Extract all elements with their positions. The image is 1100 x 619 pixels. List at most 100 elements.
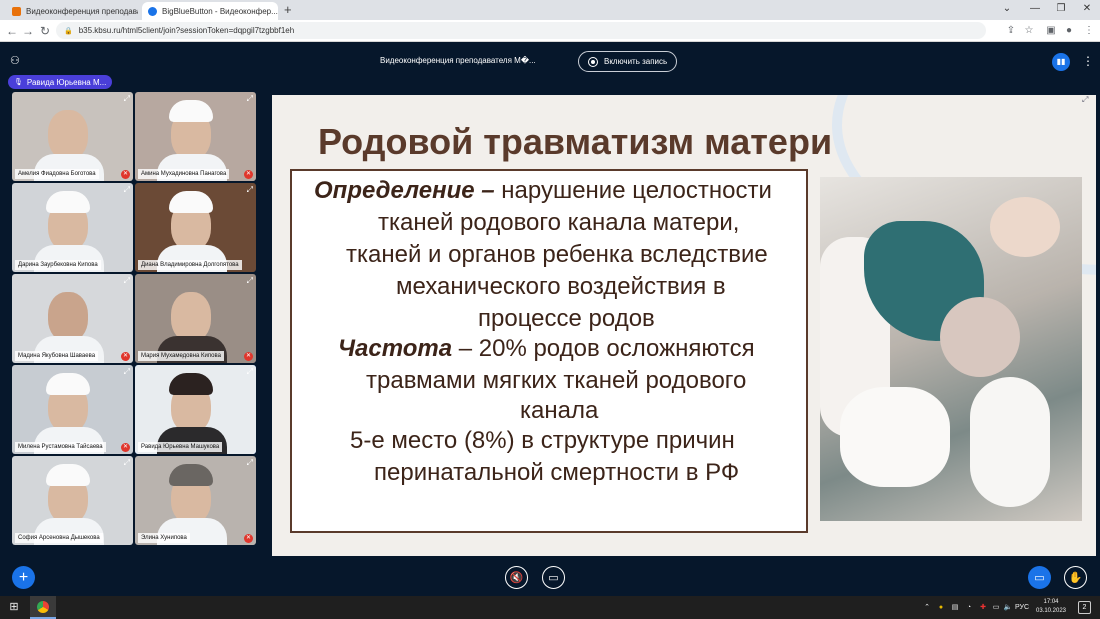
record-label: Включить запись bbox=[604, 57, 668, 66]
tray-app-icon[interactable]: ✚ bbox=[976, 596, 990, 619]
frequency-term: Частота bbox=[338, 335, 453, 362]
network-icon[interactable]: ▤ bbox=[948, 596, 962, 619]
video-tile-speaking[interactable]: ⤢ Равида Юрьевна Машукова bbox=[135, 365, 256, 454]
presentation-slide: Родовой травматизм матери Определение – … bbox=[272, 95, 1096, 556]
video-tile[interactable]: ⤢ Мадина Якубовна Шаваева ✕ bbox=[12, 274, 133, 363]
participant-cap bbox=[46, 464, 90, 486]
tray-arrow-icon[interactable]: ⌃ bbox=[920, 596, 934, 619]
address-bar[interactable]: 🔒 b35.kbsu.ru/html5client/join?sessionTo… bbox=[56, 22, 986, 39]
video-tile[interactable]: ⤢ Амина Мухадиновна Панагова ✕ bbox=[135, 92, 256, 181]
back-icon[interactable]: ← bbox=[4, 23, 20, 39]
frequency-text: – 20% родов осложняются bbox=[458, 335, 755, 362]
muted-mic-icon: ✕ bbox=[244, 170, 253, 179]
forward-icon[interactable]: → bbox=[20, 23, 36, 39]
fullscreen-icon[interactable]: ⤢ bbox=[247, 458, 253, 467]
clock[interactable]: 17:04 03.10.2023 bbox=[1034, 598, 1068, 616]
notifications-icon[interactable]: 2 bbox=[1078, 601, 1091, 614]
talking-indicator[interactable]: 🎙 Равида Юрьевна М... bbox=[8, 75, 113, 89]
fullscreen-icon[interactable]: ⤢ bbox=[124, 367, 130, 376]
definition-line: Определение – нарушение целостности bbox=[314, 177, 772, 205]
talking-user-name: Равида Юрьевна М... bbox=[26, 77, 107, 87]
presentation-toggle-icon[interactable]: ▭ bbox=[1028, 566, 1051, 589]
tab-search-icon[interactable]: ⌄ bbox=[996, 2, 1018, 16]
fullscreen-icon[interactable]: ⤢ bbox=[124, 276, 130, 285]
taskbar-item-chrome[interactable] bbox=[30, 596, 56, 619]
rank-line: перинатальной смертности в РФ bbox=[374, 459, 740, 486]
reload-icon[interactable]: ↻ bbox=[37, 23, 53, 39]
close-window-button[interactable]: ✕ bbox=[1076, 2, 1098, 16]
photo-shape bbox=[840, 387, 950, 487]
participant-face bbox=[48, 110, 88, 160]
muted-mic-icon: ✕ bbox=[121, 443, 130, 452]
video-tile[interactable]: ⤢ Амелия Фиадовна Боготова ✕ bbox=[12, 92, 133, 181]
definition-line: процессе родов bbox=[478, 305, 655, 332]
participant-name: Равида Юрьевна Машукова bbox=[138, 442, 223, 452]
lock-icon: 🔒 bbox=[64, 27, 73, 35]
participant-name: Мадина Якубовна Шаваева bbox=[15, 351, 99, 361]
video-tile[interactable]: ⤢ Милена Рустамовна Тайсаева ✕ bbox=[12, 365, 133, 454]
speaker-muted-icon[interactable]: 🔇 bbox=[505, 566, 528, 589]
profile-icon[interactable]: ● bbox=[1062, 24, 1076, 38]
camera-off-icon[interactable]: ▭ bbox=[542, 566, 565, 589]
bookmark-star-icon[interactable]: ☆ bbox=[1022, 24, 1036, 38]
definition-term: Определение – bbox=[314, 177, 495, 204]
presentation-fullscreen-icon[interactable]: ⤢ bbox=[1082, 95, 1088, 105]
restore-button[interactable]: ❐ bbox=[1050, 2, 1072, 16]
participant-name: Диана Владимировна Долгопятова bbox=[138, 260, 242, 270]
tray-app-icon[interactable]: ● bbox=[934, 596, 948, 619]
record-button[interactable]: Включить запись bbox=[578, 51, 678, 72]
battery-icon[interactable]: ▭ bbox=[990, 596, 1002, 619]
tab-title: BigBlueButton - Видеоконфер... bbox=[162, 6, 278, 16]
users-list-icon[interactable]: ⚇ bbox=[10, 54, 20, 67]
slide-text-box: Определение – нарушение целостности ткан… bbox=[290, 169, 808, 533]
fullscreen-icon[interactable]: ⤢ bbox=[124, 94, 130, 103]
browser-menu-icon[interactable]: ⋮ bbox=[1082, 24, 1096, 38]
tab-favicon-icon bbox=[12, 6, 21, 16]
participant-name: София Арсеновна Дышекова bbox=[15, 533, 103, 543]
fullscreen-icon[interactable]: ⤢ bbox=[124, 458, 130, 467]
participant-cap bbox=[169, 191, 213, 213]
raise-hand-icon[interactable]: ✋ bbox=[1064, 566, 1087, 589]
frequency-line: Частота – 20% родов осложняются bbox=[338, 335, 755, 363]
participant-face bbox=[171, 292, 211, 342]
muted-mic-icon: ✕ bbox=[121, 352, 130, 361]
participant-name: Амелия Фиадовна Боготова bbox=[15, 169, 99, 179]
wifi-icon[interactable]: ◔ bbox=[962, 596, 976, 619]
video-tile[interactable]: ⤢ Диана Владимировна Долгопятова bbox=[135, 183, 256, 272]
connection-status-icon[interactable]: ▮▮ bbox=[1052, 53, 1070, 71]
video-tile[interactable]: ⤢ Мария Мухамедовна Кипова ✕ bbox=[135, 274, 256, 363]
fullscreen-icon[interactable]: ⤢ bbox=[247, 276, 253, 285]
clock-time: 17:04 bbox=[1043, 599, 1059, 605]
video-tile[interactable]: ⤢ София Арсеновна Дышекова bbox=[12, 456, 133, 545]
fullscreen-icon[interactable]: ⤢ bbox=[124, 185, 130, 194]
frequency-line: канала bbox=[520, 397, 599, 424]
participant-face bbox=[48, 292, 88, 342]
fullscreen-icon[interactable]: ⤢ bbox=[247, 185, 253, 194]
options-menu-icon[interactable]: ⋮ bbox=[1082, 54, 1094, 68]
browser-tab-active[interactable]: BigBlueButton - Видеоконфер... × bbox=[142, 2, 278, 20]
video-tile[interactable]: ⤢ Дарина Заурбековна Кипова bbox=[12, 183, 133, 272]
video-tile[interactable]: ⤢ Элина Хунипова ✕ bbox=[135, 456, 256, 545]
participant-name: Мария Мухамедовна Кипова bbox=[138, 351, 224, 361]
participant-hair bbox=[169, 373, 213, 395]
meeting-title: Видеоконференция преподавателя М�... bbox=[380, 56, 536, 65]
share-icon[interactable]: ⇪ bbox=[1004, 24, 1018, 38]
muted-mic-icon: ✕ bbox=[244, 352, 253, 361]
fullscreen-icon[interactable]: ⤢ bbox=[247, 367, 253, 376]
photo-shape bbox=[940, 297, 1020, 377]
browser-tab[interactable]: Видеоконференция преподава... × bbox=[6, 2, 138, 20]
participant-name: Милена Рустамовна Тайсаева bbox=[15, 442, 106, 452]
definition-line: тканей родового канала матери, bbox=[378, 209, 740, 236]
participant-name: Амина Мухадиновна Панагова bbox=[138, 169, 230, 179]
windows-start-icon[interactable]: ⊞ bbox=[4, 596, 24, 619]
definition-text: нарушение целостности bbox=[501, 177, 772, 204]
volume-icon[interactable]: 🔈 bbox=[1002, 596, 1014, 619]
new-tab-button[interactable]: + bbox=[284, 2, 292, 18]
minimize-button[interactable]: — bbox=[1024, 2, 1046, 16]
plus-icon[interactable]: + bbox=[12, 566, 35, 589]
language-indicator[interactable]: РУС bbox=[1014, 596, 1030, 619]
side-panel-icon[interactable]: ▣ bbox=[1044, 24, 1058, 38]
rank-line: 5-е место (8%) в структуре причин bbox=[350, 427, 735, 454]
fullscreen-icon[interactable]: ⤢ bbox=[247, 94, 253, 103]
participant-cap bbox=[46, 373, 90, 395]
